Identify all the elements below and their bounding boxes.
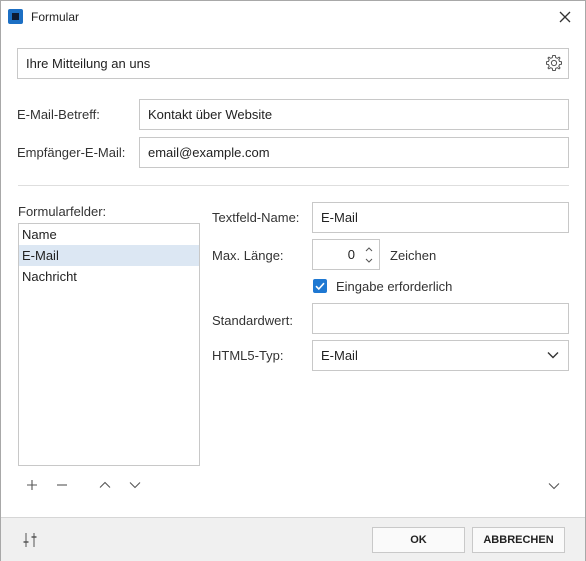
settings-sliders-icon (23, 533, 37, 547)
field-name-input[interactable]: E-Mail (312, 202, 569, 233)
close-icon (559, 11, 571, 23)
max-length-unit: Zeichen (390, 248, 437, 263)
max-length-value: 0 (347, 247, 355, 262)
required-label[interactable]: Eingabe erforderlich (336, 279, 452, 294)
settings-button[interactable] (545, 54, 563, 72)
add-field-button[interactable] (25, 478, 39, 492)
subject-label: E-Mail-Betreff: (17, 107, 100, 122)
title-bar: Formular (1, 1, 585, 33)
recipient-input[interactable]: email@example.com (139, 137, 569, 168)
list-item-message[interactable]: Nachricht (19, 266, 199, 287)
field-name-label: Textfeld-Name: (212, 210, 300, 225)
dialog-footer: OK ABBRECHEN (1, 517, 585, 561)
checkmark-icon (315, 282, 325, 291)
gear-icon (546, 55, 562, 71)
move-up-button[interactable] (98, 478, 112, 492)
remove-field-button[interactable] (55, 478, 69, 492)
form-title-input[interactable]: Ihre Mitteilung an uns (17, 48, 569, 79)
html5-type-select[interactable]: E-Mail (312, 340, 569, 371)
subject-input[interactable]: Kontakt über Website (139, 99, 569, 130)
chevron-down-icon[interactable] (363, 255, 375, 267)
fields-label: Formularfelder: (18, 204, 107, 219)
form-dialog: Formular Ihre Mitteilung an uns E-Mail-B… (0, 0, 586, 561)
default-value-input[interactable] (312, 303, 569, 334)
fields-list[interactable]: Name E-Mail Nachricht (18, 223, 200, 466)
max-length-stepper[interactable]: 0 (312, 239, 380, 270)
chevron-up-icon[interactable] (363, 243, 375, 255)
ok-button[interactable]: OK (372, 527, 465, 553)
html5-type-value: E-Mail (321, 348, 358, 363)
list-item-name[interactable]: Name (19, 224, 199, 245)
remove-icon (57, 484, 67, 486)
move-down-icon (129, 482, 141, 489)
window-title: Formular (31, 10, 80, 24)
close-button[interactable] (555, 7, 575, 27)
list-item-email[interactable]: E-Mail (19, 245, 199, 266)
expand-button[interactable] (547, 479, 561, 493)
max-length-label: Max. Länge: (212, 248, 284, 263)
expand-icon (548, 483, 560, 490)
app-icon (8, 9, 23, 24)
advanced-settings-button[interactable] (21, 531, 39, 549)
add-icon (27, 480, 37, 490)
move-down-button[interactable] (128, 478, 142, 492)
html5-type-label: HTML5-Typ: (212, 348, 284, 363)
required-checkbox[interactable] (313, 279, 327, 293)
move-up-icon (99, 481, 111, 488)
chevron-down-icon (547, 352, 559, 359)
recipient-label: Empfänger-E-Mail: (17, 145, 126, 160)
divider (18, 185, 569, 186)
default-value-label: Standardwert: (212, 313, 293, 328)
cancel-button[interactable]: ABBRECHEN (472, 527, 565, 553)
